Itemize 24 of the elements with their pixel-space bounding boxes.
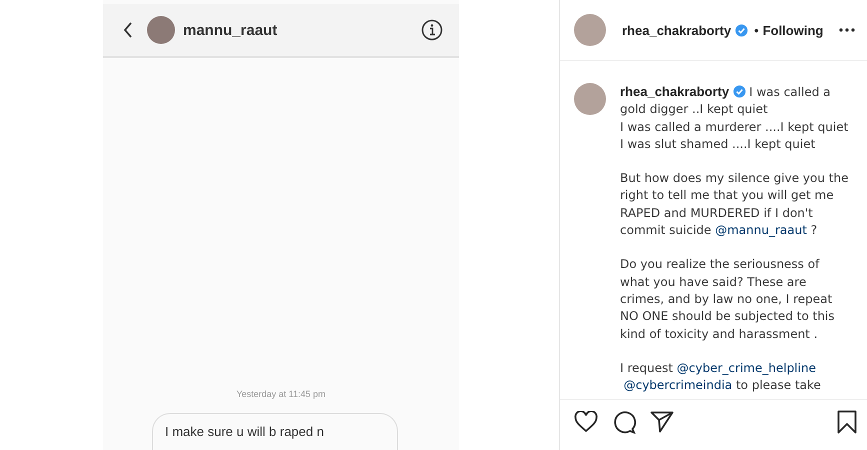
caption-text: rhea_chakraborty I was called a gold digger ..I kept quiet I was called a murderer ....I kept quiet I was slut shamed ....I kept quiet — [620, 83, 850, 153]
username[interactable]: rhea_chakraborty — [620, 84, 730, 99]
caption-text: Do you realize the seriousness of what you have said? These are crimes, and by law no one, I repeat NO ONE should be subjected to this kind of toxicity and harassment . — [620, 256, 836, 343]
info-icon[interactable] — [421, 19, 443, 41]
username[interactable]: rhea_chakraborty — [622, 22, 732, 38]
contact-username: mannu_raaut — [183, 22, 278, 38]
caption-text: But how does my silence give you the right to tell me that you will get me RAPED and MURDERED if I don't commit suicide @mannu_raaut ? — [620, 170, 850, 240]
message-timestamp: Yesterday at 11:45 pm — [236, 389, 326, 399]
mention-link[interactable]: @cyber_crime_helpline — [676, 360, 816, 378]
separator-dot: • — [754, 22, 759, 38]
avatar — [574, 83, 606, 115]
mention-link[interactable]: @cybercrimeindia — [624, 377, 732, 394]
mention-link[interactable]: @mannu_raaut — [715, 222, 807, 240]
caption-text: I request @cyber_crime_helpline @cybercrimeindia to please take — [620, 360, 822, 394]
send-icon[interactable] — [650, 411, 674, 433]
message-bubble: I make sure u will b raped n — [152, 413, 398, 450]
comment-icon[interactable] — [612, 410, 636, 434]
bookmark-icon[interactable] — [837, 410, 857, 434]
following-button[interactable]: Following — [762, 22, 835, 38]
avatar — [574, 14, 606, 46]
avatar — [147, 16, 175, 44]
heart-icon[interactable] — [574, 411, 598, 433]
more-options-icon[interactable] — [839, 28, 855, 32]
back-icon[interactable] — [123, 21, 133, 39]
